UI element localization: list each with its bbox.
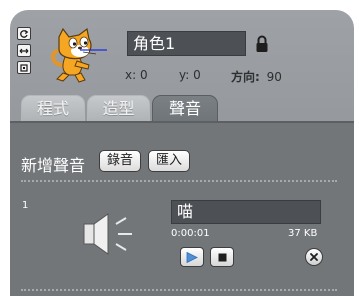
sound-duration: 0:00:01 bbox=[171, 228, 210, 239]
divider bbox=[21, 289, 337, 291]
tab-costumes[interactable]: 造型 bbox=[87, 95, 150, 122]
lock-icon[interactable] bbox=[255, 35, 269, 53]
dont-rotate-icon bbox=[20, 63, 28, 72]
direction-value: 90 bbox=[266, 70, 282, 84]
rotate-all-around-button[interactable] bbox=[17, 27, 31, 40]
tab-sounds[interactable]: 聲音 bbox=[152, 95, 218, 123]
rotate-all-around-icon bbox=[20, 29, 29, 38]
sprite-thumbnail[interactable] bbox=[47, 27, 109, 83]
tab-scripts[interactable]: 程式 bbox=[21, 95, 85, 122]
dont-rotate-button[interactable] bbox=[17, 61, 31, 74]
sprite-info-pane: 角色1 x: 0 y: 0 方向: 90 程式 造型 聲音 新增聲音 錄音 匯入… bbox=[0, 0, 359, 296]
stop-icon bbox=[218, 253, 226, 261]
sound-index: 1 bbox=[22, 200, 29, 211]
divider bbox=[21, 180, 337, 182]
play-icon bbox=[186, 251, 198, 263]
record-button[interactable]: 錄音 bbox=[99, 150, 141, 172]
sprite-name-field[interactable]: 角色1 bbox=[127, 31, 246, 56]
delete-sound-button[interactable] bbox=[305, 248, 323, 266]
sprite-x-readout: x: 0 bbox=[125, 68, 148, 82]
import-button[interactable]: 匯入 bbox=[148, 150, 190, 172]
cat-icon bbox=[50, 27, 107, 83]
play-button[interactable] bbox=[180, 247, 204, 267]
sprite-direction-label: 方向: 90 bbox=[231, 68, 282, 85]
speaker-icon bbox=[83, 213, 132, 255]
delete-icon bbox=[310, 253, 318, 261]
left-right-flip-button[interactable] bbox=[17, 44, 31, 57]
sound-name-field[interactable]: 喵 bbox=[171, 200, 321, 224]
new-sound-label: 新增聲音 bbox=[21, 156, 86, 175]
sound-size: 37 KB bbox=[288, 228, 318, 239]
left-right-flip-icon bbox=[19, 48, 29, 53]
sprite-y-readout: y: 0 bbox=[179, 68, 201, 82]
stop-button[interactable] bbox=[210, 247, 234, 267]
direction-label: 方向: bbox=[231, 70, 260, 84]
